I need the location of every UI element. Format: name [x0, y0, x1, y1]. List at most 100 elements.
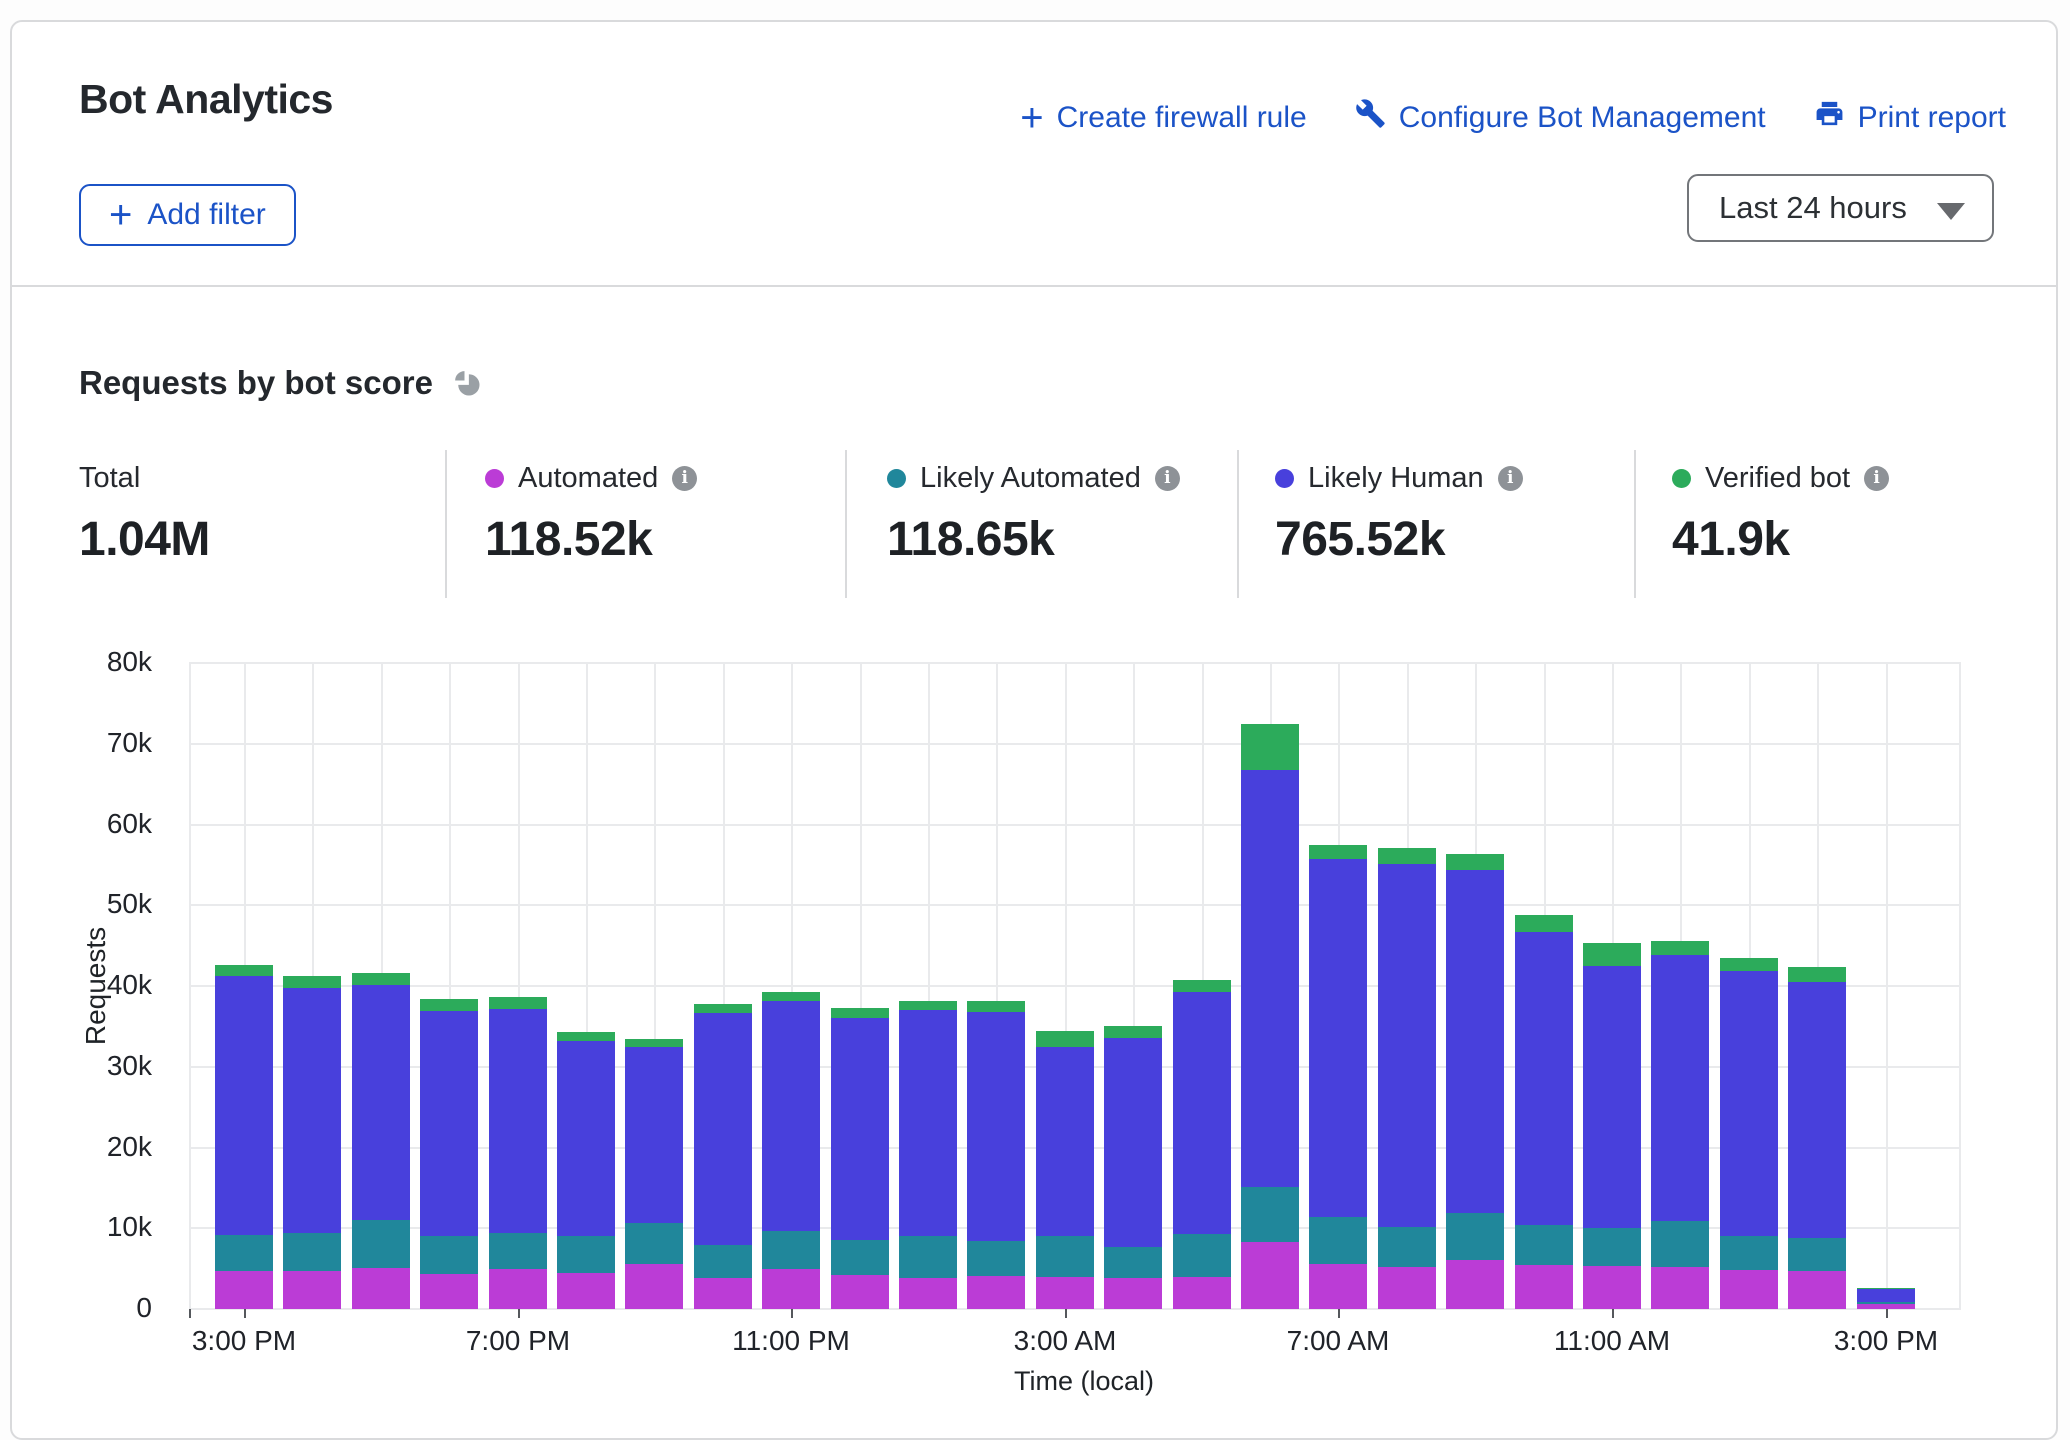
- info-icon[interactable]: i: [1498, 466, 1523, 491]
- bar-5-00-pm[interactable]: [352, 973, 410, 1309]
- bar-9-00-am[interactable]: [1446, 854, 1504, 1309]
- bar-segment-likely-automated: [762, 1231, 820, 1270]
- xtick-label: 11:00 PM: [681, 1325, 901, 1357]
- add-filter-button[interactable]: + Add filter: [79, 184, 296, 246]
- bar-7-00-am[interactable]: [1309, 845, 1367, 1309]
- bar-5-00-am[interactable]: [1173, 980, 1231, 1309]
- bar-segment-likely-automated: [1309, 1217, 1367, 1264]
- bar-segment-automated: [694, 1278, 752, 1310]
- stat-likely-human: Likely Human i 765.52k: [1275, 462, 1523, 567]
- bar-4-00-pm[interactable]: [283, 976, 341, 1309]
- bar-11-00-am[interactable]: [1583, 943, 1641, 1309]
- x-axis-tick-mark: [518, 1309, 520, 1318]
- bar-segment-verified-bot: [1309, 845, 1367, 860]
- bar-1-00-pm[interactable]: [1720, 958, 1778, 1309]
- bar-segment-likely-automated: [557, 1236, 615, 1273]
- bar-segment-likely-human: [1309, 859, 1367, 1217]
- bar-8-00-am[interactable]: [1378, 848, 1436, 1309]
- chevron-down-icon: [1937, 203, 1965, 220]
- stat-likely-automated-label: Likely Automated: [920, 462, 1141, 495]
- bar-segment-verified-bot: [1378, 848, 1436, 864]
- bar-7-00-pm[interactable]: [489, 997, 547, 1309]
- bar-10-00-am[interactable]: [1515, 915, 1573, 1309]
- bar-segment-verified-bot: [489, 997, 547, 1009]
- bar-segment-likely-automated: [1173, 1234, 1231, 1277]
- bar-segment-automated: [1241, 1242, 1299, 1309]
- bar-segment-automated: [1309, 1264, 1367, 1309]
- bar-segment-verified-bot: [762, 992, 820, 1001]
- printer-icon: [1814, 98, 1845, 137]
- x-axis-tick-mark: [1338, 1309, 1340, 1318]
- stat-divider: [1237, 450, 1239, 598]
- bar-segment-likely-human: [1104, 1038, 1162, 1247]
- bar-segment-automated: [420, 1274, 478, 1310]
- bar-1-00-am[interactable]: [899, 1001, 957, 1309]
- time-range-select[interactable]: Last 24 hours: [1687, 174, 1994, 242]
- info-icon[interactable]: i: [1864, 466, 1889, 491]
- ytick-label: 60k: [42, 808, 152, 840]
- info-icon[interactable]: i: [672, 466, 697, 491]
- bar-segment-likely-human: [1036, 1047, 1094, 1236]
- stat-likely-automated-value: 118.65k: [887, 512, 1180, 567]
- bar-segment-verified-bot: [283, 976, 341, 987]
- section-title: Requests by bot score: [79, 364, 433, 402]
- bar-8-00-pm[interactable]: [557, 1032, 615, 1309]
- bar-segment-likely-human: [1788, 982, 1846, 1238]
- bar-10-00-pm[interactable]: [694, 1004, 752, 1309]
- xtick-label: 7:00 AM: [1228, 1325, 1448, 1357]
- print-report-link[interactable]: Print report: [1814, 98, 2006, 137]
- bar-segment-likely-automated: [352, 1220, 410, 1268]
- create-firewall-rule-link[interactable]: + Create firewall rule: [1020, 101, 1306, 135]
- stat-likely-human-value: 765.52k: [1275, 512, 1523, 567]
- bar-segment-likely-human: [1378, 864, 1436, 1227]
- bar-12-00-pm[interactable]: [1651, 941, 1709, 1309]
- bar-segment-likely-automated: [1651, 1221, 1709, 1267]
- bar-6-00-am[interactable]: [1241, 724, 1299, 1309]
- bar-segment-verified-bot: [420, 999, 478, 1011]
- bar-segment-verified-bot: [967, 1001, 1025, 1012]
- bar-2-00-am[interactable]: [967, 1001, 1025, 1309]
- bar-segment-likely-automated: [694, 1245, 752, 1277]
- bar-segment-likely-automated: [899, 1236, 957, 1277]
- bar-segment-automated: [215, 1271, 273, 1309]
- ytick-label: 20k: [42, 1131, 152, 1163]
- bar-3-00-pm[interactable]: [215, 965, 273, 1309]
- bar-6-00-pm[interactable]: [420, 999, 478, 1309]
- xtick-label: 3:00 PM: [134, 1325, 354, 1357]
- bar-2-00-pm[interactable]: [1788, 967, 1846, 1309]
- likely-automated-legend-dot: [887, 469, 906, 488]
- time-range-value: Last 24 hours: [1719, 190, 1907, 226]
- bar-segment-verified-bot: [1515, 915, 1573, 932]
- bar-11-00-pm[interactable]: [762, 992, 820, 1309]
- bar-segment-automated: [1378, 1267, 1436, 1309]
- bar-segment-likely-automated: [489, 1233, 547, 1269]
- bar-9-00-pm[interactable]: [625, 1039, 683, 1309]
- stat-total-value: 1.04M: [79, 512, 210, 567]
- bar-segment-automated: [1651, 1267, 1709, 1309]
- bar-segment-likely-automated: [967, 1241, 1025, 1276]
- ytick-label: 10k: [42, 1211, 152, 1243]
- header-divider: [12, 285, 2056, 287]
- bar-segment-likely-automated: [283, 1233, 341, 1271]
- ytick-label: 40k: [42, 969, 152, 1001]
- stat-divider: [845, 450, 847, 598]
- bar-segment-likely-automated: [215, 1235, 273, 1271]
- bar-segment-automated: [1515, 1265, 1573, 1309]
- bar-3-00-am[interactable]: [1036, 1031, 1094, 1309]
- bar-segment-automated: [831, 1275, 889, 1309]
- stat-verified-bot-value: 41.9k: [1672, 512, 1889, 567]
- bar-segment-verified-bot: [1104, 1026, 1162, 1038]
- bar-4-00-am[interactable]: [1104, 1026, 1162, 1309]
- bar-segment-likely-human: [1446, 870, 1504, 1213]
- bar-3-00-pm[interactable]: [1857, 1288, 1915, 1309]
- bar-segment-likely-automated: [1241, 1187, 1299, 1242]
- bar-12-00-am[interactable]: [831, 1008, 889, 1309]
- bar-segment-automated: [762, 1269, 820, 1309]
- bar-segment-verified-bot: [1720, 958, 1778, 972]
- bar-segment-verified-bot: [831, 1008, 889, 1019]
- configure-bot-management-link[interactable]: Configure Bot Management: [1355, 98, 1766, 137]
- plot-area: [189, 663, 1961, 1309]
- bar-segment-likely-human: [283, 988, 341, 1234]
- info-icon[interactable]: i: [1155, 466, 1180, 491]
- stat-automated-value: 118.52k: [485, 512, 697, 567]
